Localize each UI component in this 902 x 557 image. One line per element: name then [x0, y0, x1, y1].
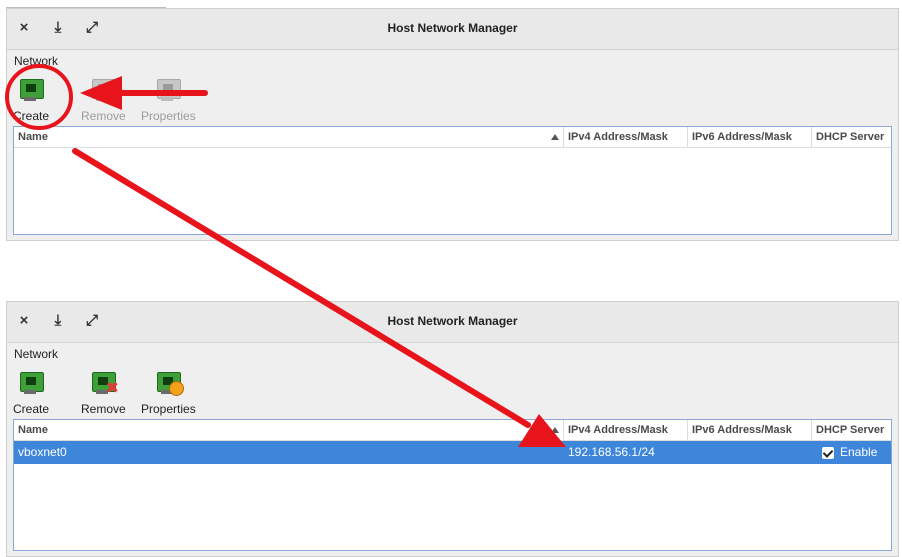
row-dhcp: Enable — [812, 441, 891, 464]
column-ipv4[interactable]: IPv4 Address/Mask — [564, 420, 688, 440]
create-label: Create — [13, 109, 50, 123]
column-ipv4[interactable]: IPv4 Address/Mask — [564, 127, 688, 147]
table-header: Name IPv4 Address/Mask IPv6 Address/Mask… — [14, 420, 891, 441]
column-ipv6[interactable]: IPv6 Address/Mask — [688, 127, 812, 147]
create-button[interactable]: Create — [13, 370, 49, 416]
network-table[interactable]: Name IPv4 Address/Mask IPv6 Address/Mask… — [13, 419, 892, 551]
network-card-remove-icon — [90, 77, 117, 103]
network-card-create-icon — [18, 77, 45, 103]
menu-network[interactable]: Network — [7, 343, 898, 365]
row-name: vboxnet0 — [18, 445, 67, 459]
host-network-manager-window-before: × ⤓ ⤢ Host Network Manager Network Creat… — [6, 8, 899, 241]
sort-ascending-icon — [551, 427, 559, 433]
properties-label: Properties — [141, 109, 196, 123]
table-header: Name IPv4 Address/Mask IPv6 Address/Mask… — [14, 127, 891, 148]
properties-button[interactable]: Properties — [141, 77, 196, 123]
properties-button[interactable]: Properties — [141, 370, 196, 416]
column-name[interactable]: Name — [14, 127, 564, 147]
network-card-create-icon — [18, 370, 45, 396]
remove-label: Remove — [81, 402, 126, 416]
remove-button[interactable]: Remove — [81, 77, 126, 123]
menu-network[interactable]: Network — [7, 50, 898, 72]
column-dhcp[interactable]: DHCP Server — [812, 127, 891, 147]
properties-label: Properties — [141, 402, 196, 416]
column-name[interactable]: Name — [14, 420, 564, 440]
table-row[interactable]: vboxnet0 192.168.56.1/24 Enable — [14, 441, 891, 464]
network-card-properties-icon — [155, 77, 182, 103]
column-dhcp[interactable]: DHCP Server — [812, 420, 891, 440]
network-card-properties-icon — [155, 370, 185, 396]
titlebar: × ⤓ ⤢ Host Network Manager — [7, 302, 898, 343]
window-title: Host Network Manager — [387, 21, 518, 35]
network-card-remove-icon: ✖ — [90, 370, 119, 397]
remove-label: Remove — [81, 109, 126, 123]
titlebar: × ⤓ ⤢ Host Network Manager — [7, 9, 898, 50]
toolbar: Create Remove Properties — [7, 72, 898, 126]
dhcp-enable-checkbox[interactable] — [822, 446, 834, 459]
create-label: Create — [13, 402, 50, 416]
row-ipv4: 192.168.56.1/24 — [568, 445, 655, 459]
dhcp-enable-label: Enable — [840, 445, 878, 459]
create-button[interactable]: Create — [13, 77, 49, 123]
remove-button[interactable]: ✖ Remove — [81, 370, 126, 416]
window-title: Host Network Manager — [387, 314, 518, 328]
network-table[interactable]: Name IPv4 Address/Mask IPv6 Address/Mask… — [13, 126, 892, 235]
host-network-manager-window-after: × ⤓ ⤢ Host Network Manager Network Creat… — [6, 301, 899, 557]
column-ipv6[interactable]: IPv6 Address/Mask — [688, 420, 812, 440]
sort-ascending-icon — [551, 134, 559, 140]
toolbar: Create ✖ Remove Properties — [7, 365, 898, 419]
